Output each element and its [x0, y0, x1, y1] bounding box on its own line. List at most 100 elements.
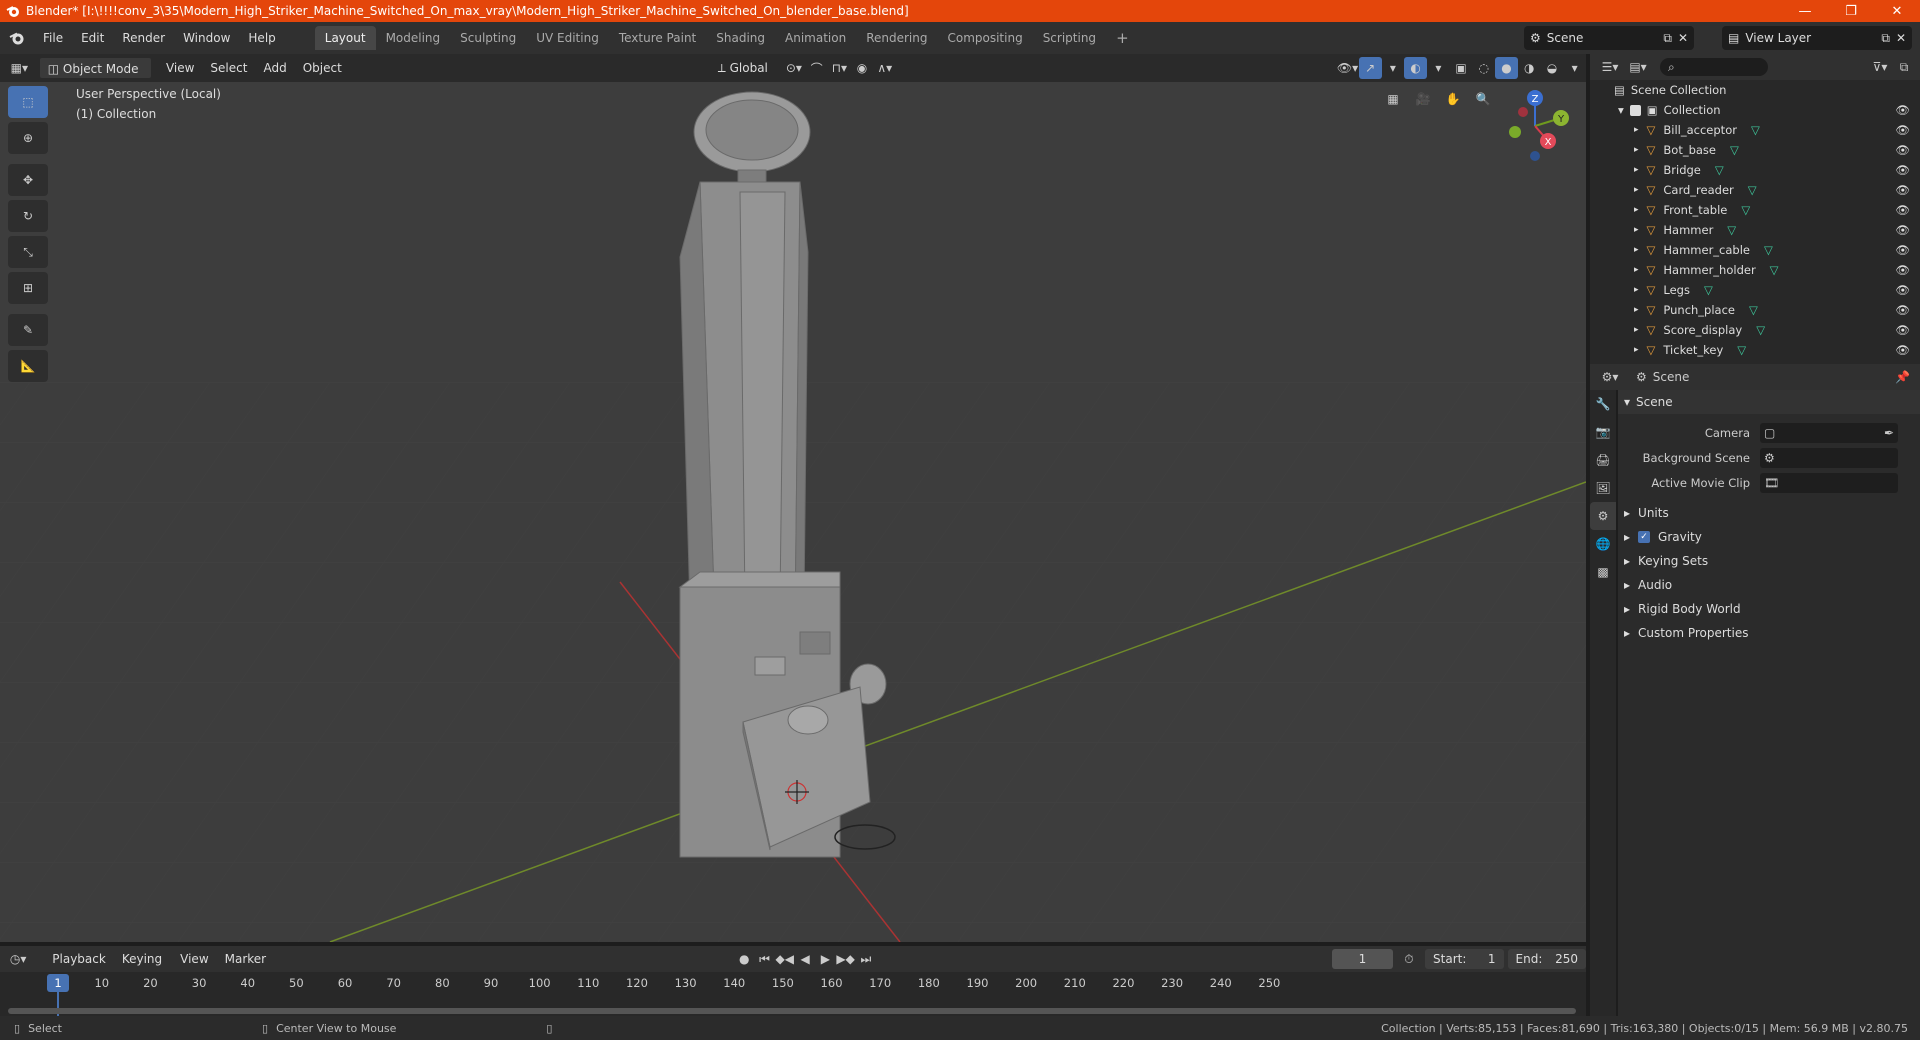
expand-arrow-icon[interactable]: ▸ [1634, 325, 1639, 335]
record-icon[interactable]: ● [734, 948, 754, 970]
xray-icon[interactable]: ▣ [1450, 57, 1473, 79]
menu-view[interactable]: View [158, 57, 202, 79]
wireframe-shading-icon[interactable]: ◌ [1472, 57, 1495, 79]
eye-icon[interactable]: 👁 [1895, 243, 1910, 257]
select-box-tool-icon[interactable]: ⬚ [8, 86, 48, 118]
menu-timeline-view[interactable]: View [172, 948, 216, 970]
eye-icon[interactable]: 👁 [1895, 203, 1910, 217]
blender-menu-icon[interactable] [0, 22, 34, 54]
copy-scene-icon[interactable]: ⧉ [1663, 31, 1672, 46]
outliner-object-row[interactable]: ▸ ▽ Ticket_key ▽ 👁 [1590, 340, 1920, 360]
eye-icon[interactable]: 👁 [1895, 123, 1910, 137]
visibility-icon[interactable]: 👁▾ [1336, 57, 1359, 79]
material-shading-icon[interactable]: ◑ [1518, 57, 1541, 79]
expand-arrow-icon[interactable]: ▸ [1634, 125, 1639, 135]
jump-end-icon[interactable]: ⏭ [856, 948, 876, 970]
cursor-tool-icon[interactable]: ⊕ [8, 122, 48, 154]
rigid-body-world-section[interactable]: ▸ Rigid Body World [1618, 597, 1920, 621]
view-layer-tab-icon[interactable]: 🖼 [1590, 474, 1616, 502]
pivot-icon[interactable]: ⊙▾ [783, 57, 806, 79]
menu-render[interactable]: Render [113, 26, 174, 50]
tab-modeling[interactable]: Modeling [376, 26, 451, 50]
add-workspace-button[interactable]: + [1106, 26, 1139, 50]
expand-arrow-icon[interactable]: ▸ [1634, 285, 1639, 295]
output-tab-icon[interactable]: 🖨 [1590, 446, 1616, 474]
timeline-ruler[interactable]: 10 20 30 40 50 60 70 80 90 100 110 120 130 140 150 160 1… [0, 972, 1586, 1016]
tab-sculpting[interactable]: Sculpting [450, 26, 526, 50]
annotate-tool-icon[interactable]: ✎ [8, 314, 48, 346]
menu-edit[interactable]: Edit [72, 26, 113, 50]
texture-tab-icon[interactable]: ▩ [1590, 558, 1616, 586]
overlays-dropdown-icon[interactable]: ▾ [1427, 57, 1450, 79]
timeline-scrollbar[interactable] [8, 1008, 1576, 1014]
timeline-editor-type-icon[interactable]: ◷▾ [8, 948, 28, 970]
outliner-object-row[interactable]: ▸ ▽ Card_reader ▽ 👁 [1590, 180, 1920, 200]
eye-icon[interactable]: 👁 [1895, 323, 1910, 337]
display-mode-icon[interactable]: ▤▾ [1626, 56, 1650, 78]
outliner-object-row[interactable]: ▸ ▽ Bridge ▽ 👁 [1590, 160, 1920, 180]
filter-icon[interactable]: ⊽▾ [1868, 56, 1892, 78]
gravity-checkbox[interactable]: ✓ [1638, 531, 1651, 543]
render-tab-icon[interactable]: 📷 [1590, 418, 1616, 446]
eye-icon[interactable]: 👁 [1895, 263, 1910, 277]
audio-section[interactable]: ▸ Audio [1618, 573, 1920, 597]
measure-tool-icon[interactable]: 📐 [8, 350, 48, 382]
outliner-collection[interactable]: ▾ ▣ Collection 👁 [1590, 100, 1920, 120]
outliner-object-row[interactable]: ▸ ▽ Hammer_holder ▽ 👁 [1590, 260, 1920, 280]
properties-editor-type-icon[interactable]: ⚙▾ [1598, 366, 1622, 388]
overlays-icon[interactable]: ◐ [1404, 57, 1427, 79]
outliner-object-row[interactable]: ▸ ▽ Legs ▽ 👁 [1590, 280, 1920, 300]
tab-texture-paint[interactable]: Texture Paint [609, 26, 706, 50]
outliner-search-input[interactable]: ⌕ [1660, 58, 1768, 76]
menu-window[interactable]: Window [174, 26, 239, 50]
outliner-object-row[interactable]: ▸ ▽ Punch_place ▽ 👁 [1590, 300, 1920, 320]
snap-icon[interactable]: ⌒ [805, 57, 828, 79]
minimize-button[interactable]: — [1782, 0, 1828, 22]
toggle-grid-icon[interactable]: ▦ [1380, 86, 1406, 112]
pan-hand-icon[interactable]: ✋ [1440, 86, 1466, 112]
shading-dropdown-icon[interactable]: ▾ [1563, 57, 1586, 79]
expand-arrow-icon[interactable]: ▸ [1634, 185, 1639, 195]
playhead[interactable]: 1 [47, 974, 69, 992]
mode-dropdown[interactable]: ◫ Object Mode ▾ [38, 57, 152, 98]
expand-arrow-icon[interactable]: ▸ [1634, 205, 1639, 215]
move-tool-icon[interactable]: ✥ [8, 164, 48, 196]
outliner-object-row[interactable]: ▸ ▽ Hammer ▽ 👁 [1590, 220, 1920, 240]
current-frame-field[interactable]: 1 [1331, 949, 1393, 969]
outliner-object-row[interactable]: ▸ ▽ Score_display ▽ 👁 [1590, 320, 1920, 340]
remove-view-layer-icon[interactable]: ✕ [1896, 31, 1906, 45]
eye-icon[interactable]: 👁 [1895, 223, 1910, 237]
outliner-object-row[interactable]: ▸ ▽ Front_table ▽ 👁 [1590, 200, 1920, 220]
keying-sets-section[interactable]: ▸ Keying Sets [1618, 549, 1920, 573]
tab-animation[interactable]: Animation [775, 26, 856, 50]
camera-view-icon[interactable]: 🎥 [1410, 86, 1436, 112]
new-collection-icon[interactable]: ⧉ [1892, 56, 1916, 78]
camera-field[interactable]: ▢ ✒ [1760, 422, 1898, 443]
expand-arrow-icon[interactable]: ▸ [1634, 305, 1639, 315]
rotate-tool-icon[interactable]: ↻ [8, 200, 48, 232]
units-section[interactable]: ▸ Units [1618, 501, 1920, 525]
view-layer-selector[interactable]: ▤ View Layer ⧉ ✕ [1722, 26, 1912, 50]
falloff-icon[interactable]: ∧▾ [873, 57, 896, 79]
expand-arrow-icon[interactable]: ▸ [1634, 165, 1639, 175]
menu-select[interactable]: Select [202, 57, 255, 79]
menu-file[interactable]: File [34, 26, 72, 50]
expand-arrow-icon[interactable]: ▸ [1634, 145, 1639, 155]
eye-icon[interactable]: 👁 [1895, 163, 1910, 177]
expand-arrow-icon[interactable]: ▸ [1634, 245, 1639, 255]
scale-tool-icon[interactable]: ⤡ [8, 236, 48, 268]
menu-object[interactable]: Object [295, 57, 350, 79]
copy-view-layer-icon[interactable]: ⧉ [1881, 31, 1890, 46]
solid-shading-icon[interactable]: ● [1495, 57, 1518, 79]
proportional-edit-icon[interactable]: ◉ [851, 57, 874, 79]
menu-marker[interactable]: Marker [217, 948, 274, 970]
eye-icon[interactable]: 👁 [1895, 303, 1910, 317]
tool-tab-icon[interactable]: 🔧 [1590, 390, 1616, 418]
zoom-icon[interactable]: 🔍 [1470, 86, 1496, 112]
outliner-scene-collection[interactable]: ▤ Scene Collection [1590, 80, 1920, 100]
scene-selector[interactable]: ⚙ Scene ⧉ ✕ [1524, 26, 1694, 50]
play-icon[interactable]: ▶ [815, 948, 835, 970]
start-frame-field[interactable]: Start: 1 [1425, 949, 1504, 969]
collection-checkbox[interactable] [1629, 104, 1641, 116]
maximize-button[interactable]: ❐ [1828, 0, 1874, 22]
